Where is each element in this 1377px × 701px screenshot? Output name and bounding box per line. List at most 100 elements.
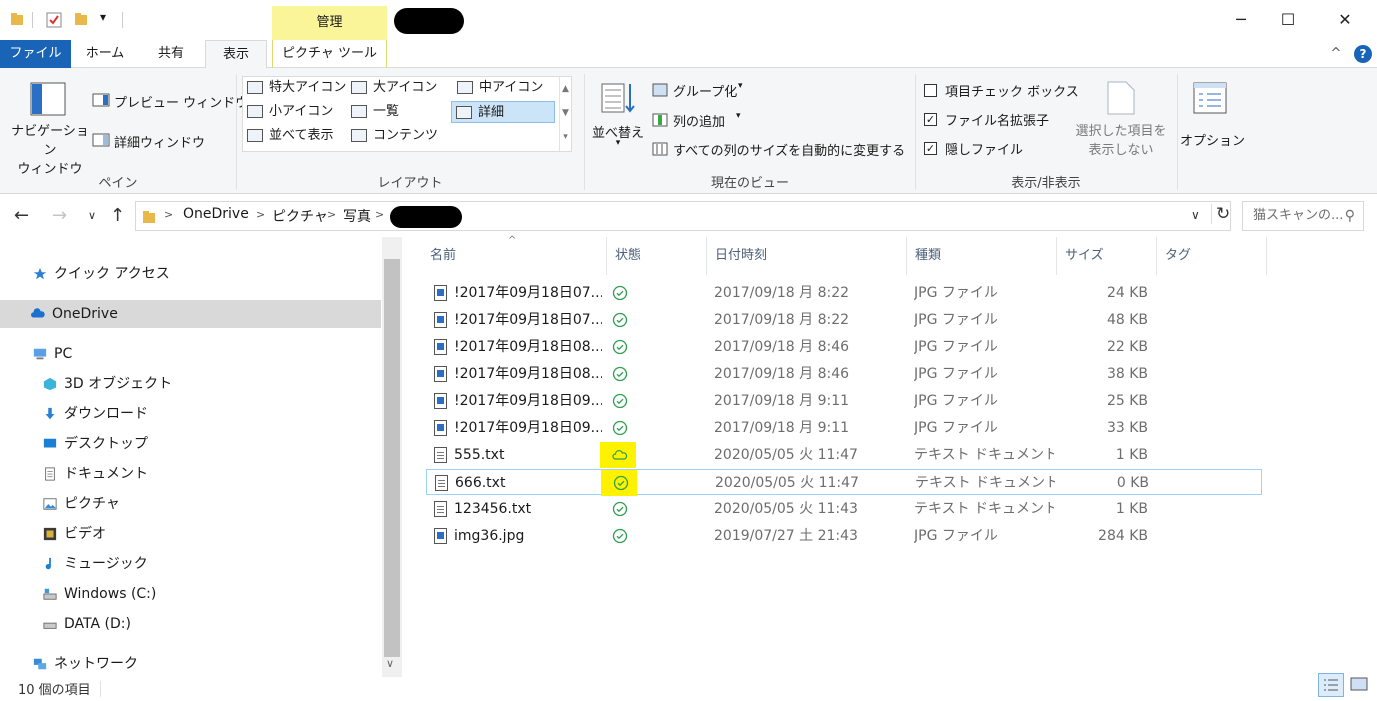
minimize-button[interactable]: ─ — [1218, 6, 1264, 34]
file-row[interactable]: !2017年09月18日07... 2017/09/18 月 8:22 JPG ファ… — [426, 307, 1262, 333]
breadcrumb-photos[interactable]: 写真 — [343, 206, 371, 226]
navigation-pane-icon — [30, 82, 66, 116]
preview-pane-button[interactable]: プレビュー ウィンドウ — [92, 90, 248, 112]
search-input[interactable]: 猫スキャンの... ⚲ — [1242, 201, 1364, 231]
tab-share[interactable]: 共有 — [142, 40, 200, 68]
tab-home[interactable]: ホーム — [76, 40, 134, 68]
column-header-tag[interactable]: タグ — [1157, 237, 1267, 275]
file-row[interactable]: !2017年09月18日09... 2017/09/18 月 9:11 JPG ファ… — [426, 388, 1262, 414]
tab-manage[interactable]: 管理 — [272, 6, 387, 40]
address-row: ← → ∨ ↑ > OneDrive > ピクチャ > 写真 > ∨ ↻ 猫スキ… — [0, 197, 1377, 237]
help-icon[interactable]: ? — [1354, 45, 1372, 63]
scroll-down-icon[interactable]: ∨ — [386, 657, 394, 670]
nav-item-3d-objects[interactable]: 3D オブジェクト — [42, 370, 172, 398]
item-checkboxes-toggle[interactable]: 項目チェック ボックス — [924, 80, 1079, 102]
breadcrumb-separator-icon: > — [256, 208, 266, 221]
file-row[interactable]: 123456.txt 2020/05/05 火 11:43 テキスト ドキュメント 1… — [426, 496, 1262, 522]
group-by-button[interactable]: グループ化 ▾ — [652, 80, 772, 102]
address-dropdown-icon[interactable]: ∨ — [1191, 208, 1200, 222]
file-row[interactable]: !2017年09月18日07... 2017/09/18 月 8:22 JPG ファ… — [426, 280, 1262, 306]
file-type: テキスト ドキュメント — [914, 447, 1054, 463]
up-icon[interactable]: ↑ — [110, 205, 125, 226]
details-pane-button[interactable]: 詳細ウィンドウ — [92, 130, 232, 152]
column-header-type[interactable]: 種類 — [907, 237, 1057, 275]
synced-check-icon — [612, 501, 628, 517]
group-by-label: グループ化 — [673, 85, 738, 100]
file-row[interactable]: !2017年09月18日08... 2017/09/18 月 8:46 JPG ファ… — [426, 334, 1262, 360]
nav-item-network[interactable]: ネットワーク — [32, 650, 138, 678]
forward-icon[interactable]: → — [52, 205, 67, 226]
back-icon[interactable]: ← — [14, 205, 29, 226]
file-row[interactable]: img36.jpg 2019/07/27 土 21:43 JPG ファイル 284 K… — [426, 523, 1262, 549]
refresh-icon[interactable]: ↻ — [1211, 204, 1230, 224]
tab-file[interactable]: ファイル — [0, 40, 71, 68]
options-button[interactable]: オプション — [1180, 76, 1245, 162]
nav-item-documents[interactable]: ドキュメント — [42, 460, 148, 488]
nav-label: ミュージック — [64, 556, 148, 572]
add-columns-icon — [652, 113, 668, 127]
layout-content[interactable]: コンテンツ — [347, 125, 451, 147]
nav-item-pictures[interactable]: ピクチャ — [42, 490, 120, 518]
nav-item-pc[interactable]: PC — [32, 340, 72, 368]
network-icon — [33, 658, 47, 670]
layout-list[interactable]: 一覧 — [347, 101, 451, 123]
qat-dropdown-icon[interactable]: ▾ — [100, 10, 106, 24]
hidden-items-toggle[interactable]: ✓ 隠しファイル — [924, 138, 1074, 160]
file-list: 名前 ^ 状態 日付時刻 種類 サイズ タグ !2017年09月18日07...… — [402, 235, 1377, 677]
size-all-columns-button[interactable]: すべての列のサイズを自動的に変更する — [652, 139, 910, 161]
nav-item-drive-c[interactable]: Windows (C:) — [42, 580, 156, 608]
column-header-label: 状態 — [615, 248, 642, 263]
breadcrumb-onedrive[interactable]: OneDrive — [183, 206, 249, 222]
column-header-size[interactable]: サイズ — [1057, 237, 1157, 275]
navigation-pane-label: ナビゲーション ウィンドウ — [11, 124, 89, 177]
nav-item-videos[interactable]: ビデオ — [42, 520, 106, 548]
new-folder-icon[interactable] — [74, 12, 88, 30]
sort-by-button[interactable]: 並べ替え ▾ — [588, 76, 648, 162]
maximize-button[interactable]: ☐ — [1265, 6, 1311, 34]
layout-details[interactable]: 詳細 — [451, 101, 555, 123]
address-bar[interactable]: > OneDrive > ピクチャ > 写真 > ∨ ↻ — [135, 201, 1231, 231]
tab-view[interactable]: 表示 — [205, 40, 267, 69]
file-row[interactable]: 555.txt 2020/05/05 火 11:47 テキスト ドキュメント 1 KB — [426, 442, 1262, 468]
properties-icon[interactable] — [46, 12, 62, 32]
nav-item-drive-d[interactable]: DATA (D:) — [42, 610, 131, 638]
navigation-pane-button[interactable]: ナビゲーション ウィンドウ — [6, 76, 90, 177]
file-row[interactable]: !2017年09月18日09... 2017/09/18 月 9:11 JPG ファ… — [426, 415, 1262, 441]
breadcrumb-pictures[interactable]: ピクチャ — [272, 206, 328, 226]
large-icons-view-button[interactable] — [1348, 673, 1372, 697]
layout-item-label: 特大アイコン — [269, 80, 347, 95]
tab-picture-tools[interactable]: ピクチャ ツール — [272, 40, 387, 68]
file-name-extensions-toggle[interactable]: ✓ ファイル名拡張子 — [924, 109, 1074, 131]
hide-selected-items-button[interactable]: 選択した項目を 表示しない — [1072, 76, 1170, 162]
collapse-ribbon-icon[interactable]: ^ — [1326, 40, 1346, 68]
recent-locations-icon[interactable]: ∨ — [88, 209, 96, 222]
layout-extra-large-icons[interactable]: 特大アイコン — [243, 77, 347, 99]
file-name: !2017年09月18日08... — [454, 339, 602, 355]
file-row[interactable]: !2017年09月18日08... 2017/09/18 月 8:46 JPG ファ… — [426, 361, 1262, 387]
file-row[interactable]: 666.txt 2020/05/05 火 11:47 テキスト ドキュメント 0 KB — [426, 469, 1262, 496]
nav-item-music[interactable]: ミュージック — [42, 550, 148, 578]
file-type: JPG ファイル — [914, 420, 998, 436]
column-header-status[interactable]: 状態 — [607, 237, 707, 275]
nav-scrollbar-thumb[interactable] — [384, 259, 400, 657]
close-button[interactable]: ✕ — [1322, 6, 1368, 34]
layout-small-icons[interactable]: 小アイコン — [243, 101, 347, 123]
add-columns-button[interactable]: 列の追加 ▾ — [652, 110, 772, 132]
layout-medium-icons[interactable]: 中アイコン — [453, 77, 557, 99]
layout-large-icons[interactable]: 大アイコン — [347, 77, 451, 99]
nav-item-quick-access[interactable]: クイック アクセス — [32, 260, 170, 288]
layout-item-label: 小アイコン — [269, 104, 334, 119]
drive-c-icon — [43, 588, 57, 600]
group-label-show-hide: 表示/非表示 — [1011, 176, 1081, 191]
file-name-extensions-label: ファイル名拡張子 — [945, 114, 1050, 129]
text-file-icon — [434, 501, 447, 517]
nav-item-downloads[interactable]: ダウンロード — [42, 400, 148, 428]
nav-item-desktop[interactable]: デスクトップ — [42, 430, 148, 458]
size-columns-icon — [652, 142, 668, 156]
layout-tiles[interactable]: 並べて表示 — [243, 125, 347, 147]
column-header-date[interactable]: 日付時刻 — [707, 237, 907, 275]
file-name: 123456.txt — [454, 501, 532, 517]
layout-gallery-scroll[interactable]: ▲ ▼ ▾ — [559, 77, 571, 151]
details-view-button[interactable] — [1318, 673, 1344, 697]
nav-item-onedrive[interactable]: OneDrive — [0, 300, 381, 328]
